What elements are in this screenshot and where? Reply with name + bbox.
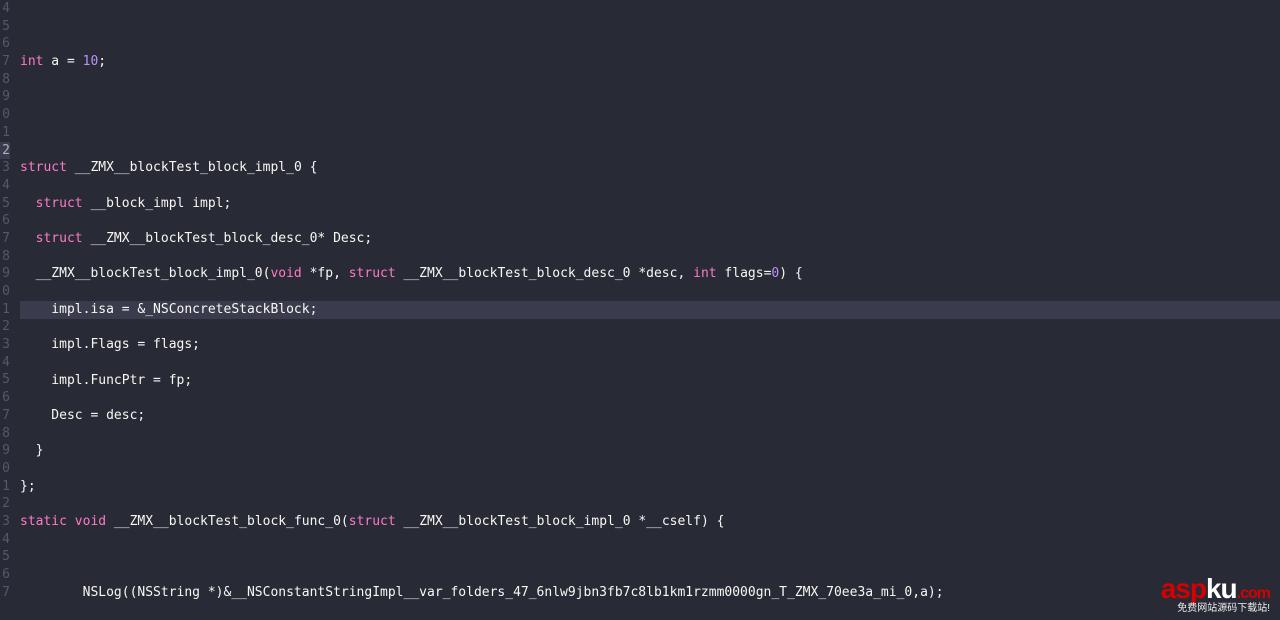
code-content[interactable]: int a = 10; struct __ZMX__blockTest_bloc… bbox=[14, 0, 1280, 620]
line-number: 8 bbox=[0, 71, 10, 89]
line-number: 2 bbox=[0, 318, 10, 336]
line-number: 0 bbox=[0, 283, 10, 301]
code-line bbox=[20, 18, 1280, 36]
line-gutter: 4567890123456789012345678901234567 bbox=[0, 0, 14, 620]
line-number: 9 bbox=[0, 442, 10, 460]
line-number: 7 bbox=[0, 230, 10, 248]
line-number: 7 bbox=[0, 584, 10, 602]
line-number: 3 bbox=[0, 336, 10, 354]
line-number: 6 bbox=[0, 566, 10, 584]
line-number: 9 bbox=[0, 88, 10, 106]
line-number: 7 bbox=[0, 407, 10, 425]
code-line: Desc = desc; bbox=[20, 407, 1280, 425]
line-number: 4 bbox=[0, 531, 10, 549]
code-line: static void __ZMX__blockTest_block_func_… bbox=[20, 513, 1280, 531]
line-number: 9 bbox=[0, 265, 10, 283]
line-number: 1 bbox=[0, 124, 10, 142]
line-number: 8 bbox=[0, 425, 10, 443]
line-number: 1 bbox=[0, 301, 10, 319]
code-line bbox=[20, 549, 1280, 567]
line-number: 0 bbox=[0, 106, 10, 124]
code-line bbox=[20, 124, 1280, 142]
code-line: int a = 10; bbox=[20, 53, 1280, 71]
line-number: 6 bbox=[0, 212, 10, 230]
line-number: 4 bbox=[0, 0, 10, 18]
line-number: 6 bbox=[0, 389, 10, 407]
line-number: 8 bbox=[0, 248, 10, 266]
line-number: 5 bbox=[0, 548, 10, 566]
code-line: impl.FuncPtr = fp; bbox=[20, 372, 1280, 390]
line-number: 2 bbox=[0, 495, 10, 513]
code-line: struct __ZMX__blockTest_block_impl_0 { bbox=[20, 159, 1280, 177]
line-number: 3 bbox=[0, 513, 10, 531]
code-line-highlighted: impl.isa = &_NSConcreteStackBlock; bbox=[20, 301, 1280, 319]
code-line: }; bbox=[20, 478, 1280, 496]
code-line: impl.Flags = flags; bbox=[20, 336, 1280, 354]
line-number: 3 bbox=[0, 159, 10, 177]
line-number: 5 bbox=[0, 371, 10, 389]
line-number: 4 bbox=[0, 354, 10, 372]
line-number: 6 bbox=[0, 35, 10, 53]
line-number: 7 bbox=[0, 53, 10, 71]
line-number: 2 bbox=[0, 142, 10, 160]
code-line: } bbox=[20, 442, 1280, 460]
line-number: 1 bbox=[0, 478, 10, 496]
line-number: 0 bbox=[0, 460, 10, 478]
code-line: struct __ZMX__blockTest_block_desc_0* De… bbox=[20, 230, 1280, 248]
code-line: struct __block_impl impl; bbox=[20, 195, 1280, 213]
code-line bbox=[20, 88, 1280, 106]
line-number: 5 bbox=[0, 195, 10, 213]
code-editor[interactable]: 4567890123456789012345678901234567 int a… bbox=[0, 0, 1280, 620]
code-line: NSLog((NSString *)&__NSConstantStringImp… bbox=[20, 584, 1280, 602]
line-number: 4 bbox=[0, 177, 10, 195]
line-number: 5 bbox=[0, 18, 10, 36]
code-line: __ZMX__blockTest_block_impl_0(void *fp, … bbox=[20, 265, 1280, 283]
